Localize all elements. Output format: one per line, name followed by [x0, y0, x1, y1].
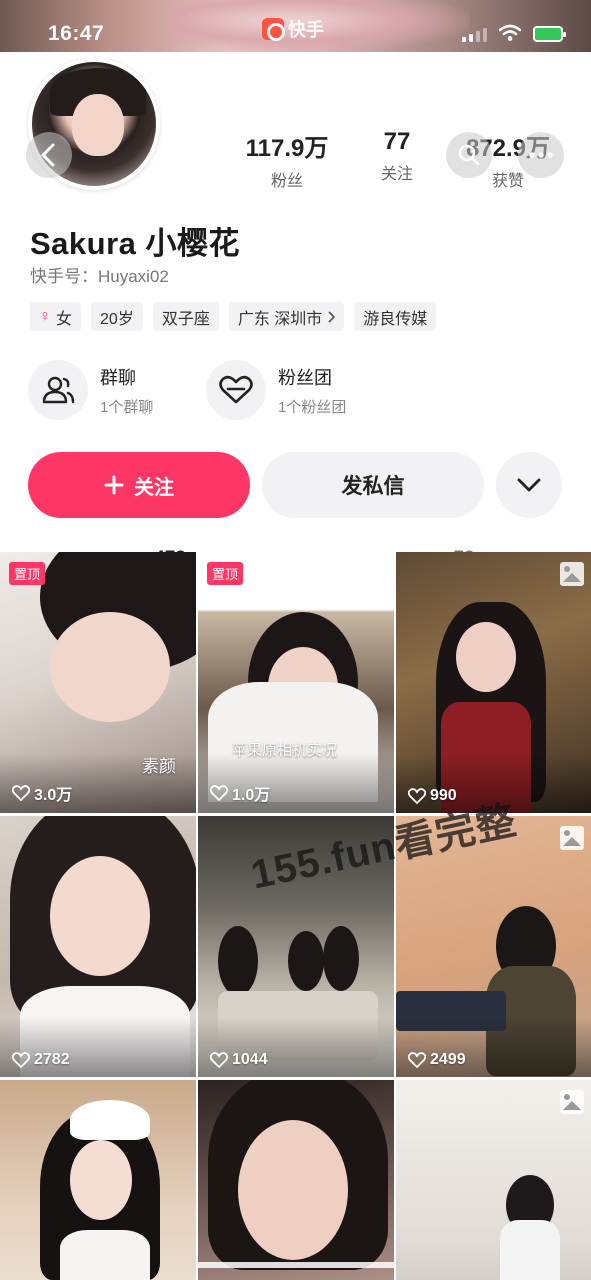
profile-id[interactable]: 快手号：Huyaxi02 [30, 262, 169, 287]
brand-logo: 快手 [262, 16, 324, 42]
video-tile[interactable] [198, 1080, 394, 1280]
follow-button[interactable]: 关注 [28, 452, 250, 518]
video-tile[interactable]: 2782 [0, 816, 196, 1077]
tile-likes: 1044 [210, 1051, 268, 1069]
tag-label: 游良传媒 [363, 310, 428, 328]
search-icon [458, 144, 480, 166]
plus-icon [104, 475, 124, 495]
profile-actions: 关注 发私信 [28, 452, 568, 520]
status-icons [462, 24, 566, 42]
tile-likes: 2782 [12, 1051, 70, 1069]
tag-zodiac: 双子座 [152, 302, 219, 331]
heart-icon [408, 788, 426, 804]
profile-tags: ♀ 女 20岁 双子座 广东 深圳市 游良传媒 [30, 302, 437, 331]
more-button[interactable] [518, 132, 564, 178]
tag-label: 双子座 [161, 310, 210, 328]
stat-following[interactable]: 77 关注 [365, 128, 429, 184]
more-options-button[interactable] [496, 452, 562, 518]
tag-age: 20岁 [91, 302, 143, 331]
more-icon [529, 152, 553, 158]
pinned-badge: 置顶 [207, 562, 244, 585]
likes-count: 2782 [34, 1051, 70, 1068]
stat-fans[interactable]: 117.9万 粉丝 [228, 128, 346, 191]
search-button[interactable] [446, 132, 492, 178]
wifi-icon [499, 24, 521, 41]
tile-likes: 1.0万 [210, 781, 270, 805]
profile-name: Sakura 小樱花 [30, 226, 241, 261]
group-sub: 1个群聊 [100, 398, 154, 416]
chevron-down-icon [517, 478, 541, 492]
group-sub: 1个粉丝团 [278, 398, 347, 416]
likes-count: 1044 [232, 1051, 268, 1068]
tile-caption: 素颜 [142, 757, 176, 776]
group-title: 群聊 [100, 367, 136, 388]
follow-label: 关注 [134, 476, 174, 499]
heart-icon [12, 1052, 30, 1068]
video-tile[interactable] [0, 1080, 196, 1280]
group-chat-icon [28, 360, 88, 420]
kuaishou-logo-icon [262, 18, 285, 41]
battery-charging-icon [533, 26, 566, 42]
video-tile[interactable]: 990 [396, 552, 591, 813]
heart-icon [210, 785, 228, 801]
fan-club-icon [206, 360, 266, 420]
home-indicator[interactable] [196, 1262, 396, 1268]
pinned-badge: 置顶 [9, 562, 46, 585]
message-button[interactable]: 发私信 [262, 452, 484, 518]
group-chat-entry[interactable]: 群聊 1个群聊 [28, 360, 153, 420]
profile-stats: 117.9万 粉丝 77 关注 872.9万 获赞 [0, 128, 591, 191]
stat-label: 粉丝 [270, 173, 303, 190]
video-tile[interactable]: 置顶 素颜 3.0万 [0, 552, 196, 813]
tag-gender: ♀ 女 [30, 302, 82, 331]
video-tile[interactable] [396, 1080, 591, 1280]
likes-count: 1.0万 [232, 787, 271, 804]
likes-count: 2499 [430, 1051, 466, 1068]
image-post-icon [560, 1090, 584, 1114]
tag-location[interactable]: 广东 深圳市 [228, 302, 345, 331]
stat-label: 关注 [380, 166, 413, 183]
video-tile[interactable]: 置顶 苹果原相机实况 1.0万 [198, 552, 394, 813]
tile-likes: 2499 [408, 1051, 466, 1069]
stat-value: 117.9万 [245, 135, 329, 162]
chevron-right-icon [328, 310, 336, 323]
tag-label: 广东 深圳市 [237, 310, 323, 328]
stat-value: 77 [383, 128, 411, 155]
likes-count: 3.0万 [34, 787, 73, 804]
tile-caption: 苹果原相机实况 [232, 742, 338, 759]
tag-label: 女 [56, 310, 73, 328]
group-title: 粉丝团 [278, 367, 332, 388]
image-post-icon [560, 826, 584, 850]
tag-agency[interactable]: 游良传媒 [354, 302, 437, 331]
tile-likes: 3.0万 [12, 781, 72, 805]
message-label: 发私信 [341, 475, 405, 498]
group-links: 群聊 1个群聊 粉丝团 1个粉丝团 [28, 360, 568, 424]
signal-icon [462, 28, 487, 42]
brand-name: 快手 [288, 20, 324, 40]
status-time: 16:47 [48, 22, 105, 45]
heart-icon [12, 785, 30, 801]
heart-icon [408, 1052, 426, 1068]
female-icon: ♀ [39, 307, 51, 325]
heart-icon [210, 1052, 228, 1068]
image-post-icon [560, 562, 584, 586]
fan-club-entry[interactable]: 粉丝团 1个粉丝团 [206, 360, 346, 420]
tag-label: 20岁 [100, 310, 134, 328]
